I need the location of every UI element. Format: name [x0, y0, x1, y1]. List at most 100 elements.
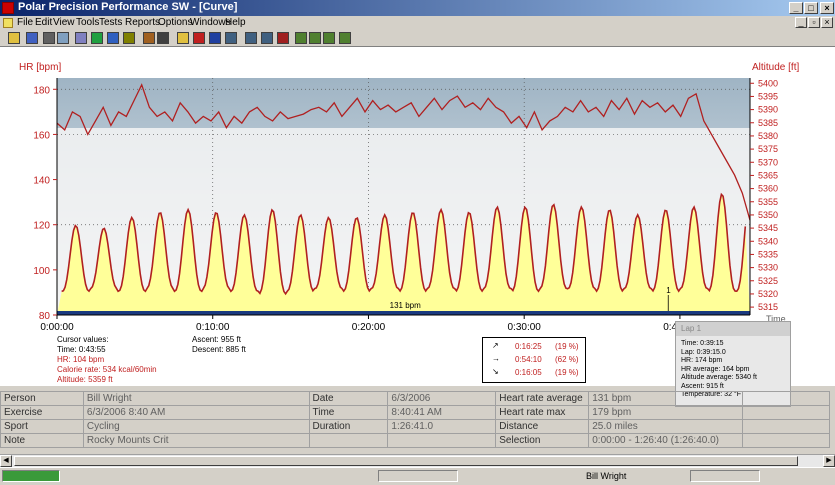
- slope-summary: ↗ 0:16:25 (19 %) → 0:54:10 (62 %) ↘ 0:16…: [482, 337, 586, 383]
- minimize-button[interactable]: _: [789, 2, 803, 14]
- slope-flat-row: → 0:54:10 (62 %): [483, 353, 585, 366]
- table-row: Sport Cycling Duration 1:26:41.0 Distanc…: [0, 419, 830, 434]
- scroll-thumb[interactable]: [14, 456, 798, 466]
- report1-icon[interactable]: [295, 32, 307, 44]
- table-cell: Heart rate max: [495, 405, 590, 420]
- time-tick-label: 0:20:00: [352, 322, 386, 333]
- cursor-title: Cursor values:: [57, 335, 109, 344]
- descent-value: Descent: 885 ft: [192, 345, 246, 354]
- alt-tick-label: 5340: [758, 236, 778, 246]
- table-cell: Duration: [308, 419, 389, 434]
- window-icon[interactable]: [157, 32, 169, 44]
- lap-marker-label: 1: [666, 286, 671, 295]
- zoom-in-icon[interactable]: [225, 32, 237, 44]
- table-cell: 1:26:41.0: [387, 419, 497, 434]
- doc-close-button[interactable]: ×: [821, 17, 833, 28]
- scroll-left-button[interactable]: ◀: [0, 455, 12, 467]
- table-cell: 6/3/2006: [387, 391, 497, 406]
- hr-tick-label: 120: [33, 221, 50, 232]
- document-icon[interactable]: [3, 18, 13, 28]
- slope-up-row: ↗ 0:16:25 (19 %): [483, 340, 585, 353]
- alt-tick-label: 5325: [758, 276, 778, 286]
- bar-chart-icon[interactable]: [209, 32, 221, 44]
- menu-bar: File Edit View Tools Tests Reports Optio…: [0, 16, 835, 30]
- horizontal-scrollbar[interactable]: ◀ ▶: [0, 454, 835, 467]
- copy-icon[interactable]: [75, 32, 87, 44]
- hr-axis-title: HR [bpm]: [19, 62, 61, 73]
- menu-tools[interactable]: Tools: [76, 17, 99, 28]
- menu-view[interactable]: View: [53, 17, 75, 28]
- cursor-hr: HR: 104 bpm: [57, 355, 105, 364]
- edit-icon[interactable]: [143, 32, 155, 44]
- filter-icon[interactable]: [123, 32, 135, 44]
- arrow-up-icon: ↗: [492, 341, 499, 350]
- maximize-button[interactable]: □: [804, 2, 818, 14]
- limit-bar: [57, 311, 750, 315]
- status-user: Bill Wright: [586, 471, 627, 481]
- print-preview-icon[interactable]: [57, 32, 69, 44]
- doc-restore-button[interactable]: ▫: [808, 17, 820, 28]
- table-cell: Heart rate average: [495, 391, 590, 406]
- table-cell: [387, 433, 497, 448]
- zoom-fit-icon[interactable]: [261, 32, 273, 44]
- report4-icon[interactable]: [339, 32, 351, 44]
- table-cell: [742, 433, 830, 448]
- table-cell: [742, 391, 830, 406]
- zoom-out-icon[interactable]: [245, 32, 257, 44]
- folder-icon[interactable]: [177, 32, 189, 44]
- menu-tests[interactable]: Tests: [99, 17, 122, 28]
- chart-icon[interactable]: [193, 32, 205, 44]
- menu-reports[interactable]: Reports: [125, 17, 160, 28]
- status-segment: [2, 470, 60, 482]
- table-cell: 179 bpm: [588, 405, 744, 420]
- scroll-right-button[interactable]: ▶: [823, 455, 835, 467]
- alt-tick-label: 5365: [758, 170, 778, 180]
- alt-tick-label: 5315: [758, 302, 778, 312]
- table-cell: Distance: [495, 419, 590, 434]
- table-row: Person Bill Wright Date 6/3/2006 Heart r…: [0, 391, 830, 406]
- menu-options[interactable]: Options: [158, 17, 192, 28]
- table-cell: Rocky Mounts Crit: [82, 433, 310, 448]
- alt-tick-label: 5360: [758, 184, 778, 194]
- alt-tick-label: 5375: [758, 144, 778, 154]
- menu-help[interactable]: Help: [225, 17, 246, 28]
- save-icon[interactable]: [26, 32, 38, 44]
- menu-edit[interactable]: Edit: [35, 17, 52, 28]
- globe-icon[interactable]: [91, 32, 103, 44]
- compare-icon[interactable]: [277, 32, 289, 44]
- status-bar: Bill Wright: [0, 467, 835, 485]
- hr-tick-label: 140: [33, 176, 50, 187]
- title-bar: Polar Precision Performance SW - [Curve]…: [0, 0, 835, 16]
- table-cell: Person: [0, 391, 84, 406]
- alt-tick-label: 5350: [758, 210, 778, 220]
- table-cell: Bill Wright: [82, 391, 310, 406]
- lap-line: Lap: 0:39:15.0: [681, 348, 726, 356]
- close-button[interactable]: ×: [820, 2, 834, 14]
- alt-tick-label: 5335: [758, 249, 778, 259]
- cursor-values: Cursor values: Time: 0:43:55 HR: 104 bpm…: [57, 335, 157, 385]
- table-cell: [308, 433, 389, 448]
- time-tick-label: 0:10:00: [196, 322, 230, 333]
- table-cell: Time: [308, 405, 389, 420]
- table-cell: [742, 405, 830, 420]
- toolbar: [0, 30, 835, 47]
- alt-tick-label: 5370: [758, 157, 778, 167]
- exercise-info-table: Person Bill Wright Date 6/3/2006 Heart r…: [0, 391, 830, 448]
- status-segment: [690, 470, 760, 482]
- report2-icon[interactable]: [309, 32, 321, 44]
- menu-file[interactable]: File: [17, 17, 33, 28]
- cursor-altitude: Altitude: 5359 ft: [57, 375, 113, 384]
- doc-minimize-button[interactable]: _: [795, 17, 807, 28]
- report3-icon[interactable]: [323, 32, 335, 44]
- alt-tick-label: 5400: [758, 78, 778, 88]
- table-row: Note Rocky Mounts Crit Selection 0:00:00…: [0, 433, 830, 448]
- alt-tick-label: 5345: [758, 223, 778, 233]
- print-icon[interactable]: [43, 32, 55, 44]
- web-icon[interactable]: [107, 32, 119, 44]
- limit-label: 131 bpm: [390, 301, 421, 310]
- table-cell: Selection: [495, 433, 590, 448]
- alt-tick-label: 5355: [758, 197, 778, 207]
- table-cell: 25.0 miles: [588, 419, 744, 434]
- slope-percent: (19 %): [555, 368, 579, 377]
- open-icon[interactable]: [8, 32, 20, 44]
